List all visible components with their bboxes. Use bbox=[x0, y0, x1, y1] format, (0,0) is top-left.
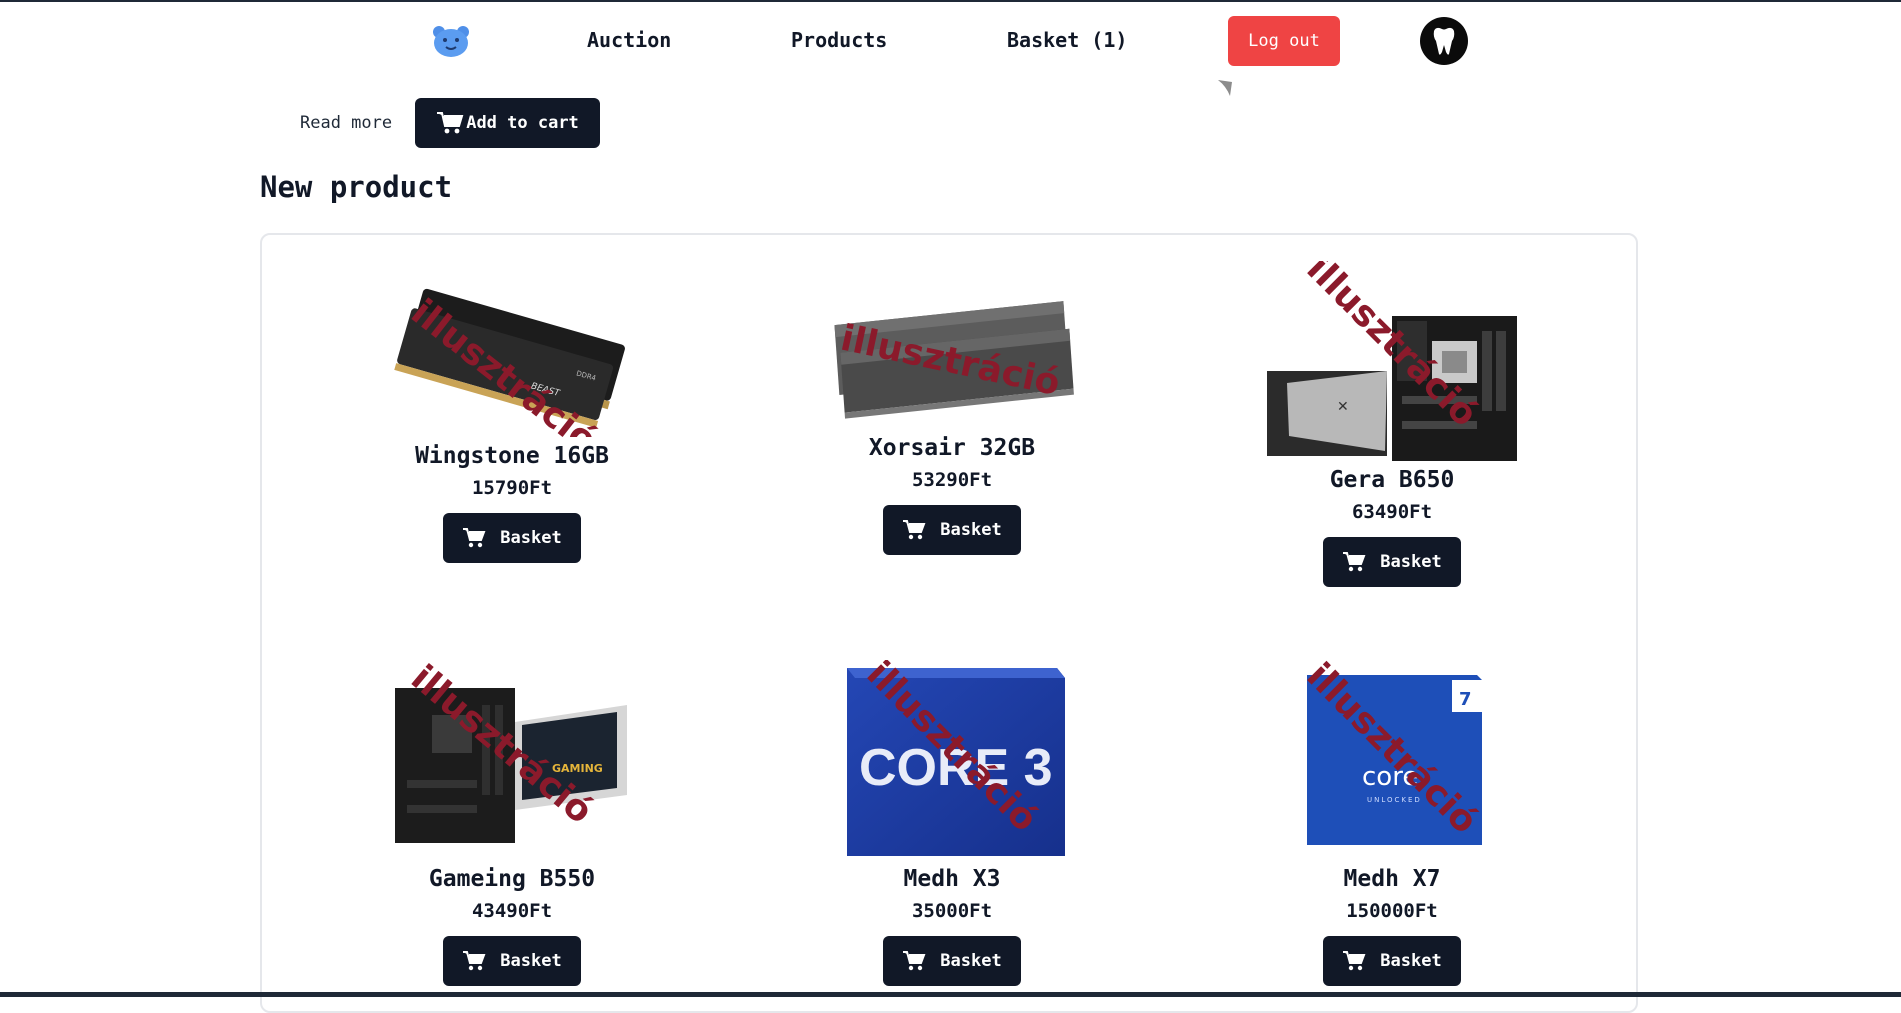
basket-button[interactable]: Basket bbox=[1323, 537, 1461, 587]
product-price: 63490Ft bbox=[1351, 501, 1433, 523]
basket-button-label: Basket bbox=[1380, 951, 1442, 971]
product-card: CORE 3 illusztráció Medh X3 35000Ft Bask… bbox=[782, 660, 1122, 986]
basket-button[interactable]: Basket bbox=[1323, 936, 1461, 986]
product-card: ✕ illusztráció Gera B650 63490Ft Basket bbox=[1222, 261, 1562, 587]
page-fold-icon bbox=[1218, 80, 1232, 96]
product-image: illusztráció bbox=[834, 301, 1074, 419]
product-grid-panel: DDR4 BEAST illusztráció Wingstone 16GB 1… bbox=[260, 233, 1638, 1013]
basket-button-label: Basket bbox=[940, 520, 1002, 540]
product-image: GAMING illusztráció bbox=[395, 660, 627, 843]
product-card: DDR4 BEAST illusztráció Wingstone 16GB 1… bbox=[342, 287, 682, 563]
cart-icon bbox=[463, 528, 486, 548]
product-name: Medh X3 bbox=[903, 866, 1001, 892]
basket-button-label: Basket bbox=[500, 951, 562, 971]
product-card: GAMING illusztráció Gameing B550 43490Ft… bbox=[342, 660, 682, 986]
basket-button[interactable]: Basket bbox=[883, 505, 1021, 555]
product-name: Gera B650 bbox=[1329, 467, 1455, 493]
cart-icon bbox=[1343, 552, 1366, 572]
window-top-border bbox=[0, 0, 1901, 2]
basket-button-label: Basket bbox=[940, 951, 1002, 971]
user-avatar[interactable] bbox=[1420, 17, 1468, 65]
svg-text:✕: ✕ bbox=[1337, 399, 1349, 415]
product-image: ✕ illusztráció bbox=[1267, 261, 1517, 461]
nav-auction[interactable]: Auction bbox=[587, 28, 671, 52]
cpu-tier-badge: 7 bbox=[1459, 689, 1472, 710]
product-card: illusztráció Xorsair 32GB 53290Ft Basket bbox=[782, 287, 1122, 555]
bear-logo-icon[interactable] bbox=[431, 24, 471, 58]
product-name: Gameing B550 bbox=[428, 866, 596, 892]
product-price: 35000Ft bbox=[911, 900, 993, 922]
basket-button-label: Basket bbox=[500, 528, 562, 548]
logout-button[interactable]: Log out bbox=[1228, 16, 1340, 66]
product-card: 7 core UNLOCKED illusztráció Medh X7 150… bbox=[1222, 660, 1562, 986]
add-to-cart-button[interactable]: Add to cart bbox=[415, 98, 600, 148]
product-price: 150000Ft bbox=[1346, 900, 1438, 922]
basket-button[interactable]: Basket bbox=[443, 936, 581, 986]
product-price: 53290Ft bbox=[911, 469, 993, 491]
basket-button-label: Basket bbox=[1380, 552, 1442, 572]
product-name: Wingstone 16GB bbox=[415, 443, 609, 469]
product-name: Medh X7 bbox=[1343, 866, 1441, 892]
product-name: Xorsair 32GB bbox=[868, 435, 1036, 461]
window-bottom-border bbox=[0, 992, 1901, 997]
cart-icon bbox=[463, 951, 486, 971]
cart-icon bbox=[1343, 951, 1366, 971]
cart-icon bbox=[437, 112, 464, 134]
product-price: 43490Ft bbox=[471, 900, 553, 922]
cart-icon bbox=[903, 951, 926, 971]
cart-icon bbox=[903, 520, 926, 540]
basket-button[interactable]: Basket bbox=[443, 513, 581, 563]
nav-products[interactable]: Products bbox=[791, 28, 887, 52]
product-image: DDR4 BEAST illusztráció bbox=[394, 288, 625, 437]
tooth-avatar-icon bbox=[1433, 27, 1455, 55]
read-more-link[interactable]: Read more bbox=[300, 113, 392, 133]
basket-button[interactable]: Basket bbox=[883, 936, 1021, 986]
section-title: New product bbox=[260, 170, 453, 204]
product-price: 15790Ft bbox=[471, 477, 553, 499]
add-to-cart-label: Add to cart bbox=[466, 113, 579, 133]
product-image: CORE 3 illusztráció bbox=[847, 660, 1065, 856]
nav-basket[interactable]: Basket (1) bbox=[1007, 28, 1127, 52]
product-image: 7 core UNLOCKED illusztráció bbox=[1299, 660, 1485, 845]
